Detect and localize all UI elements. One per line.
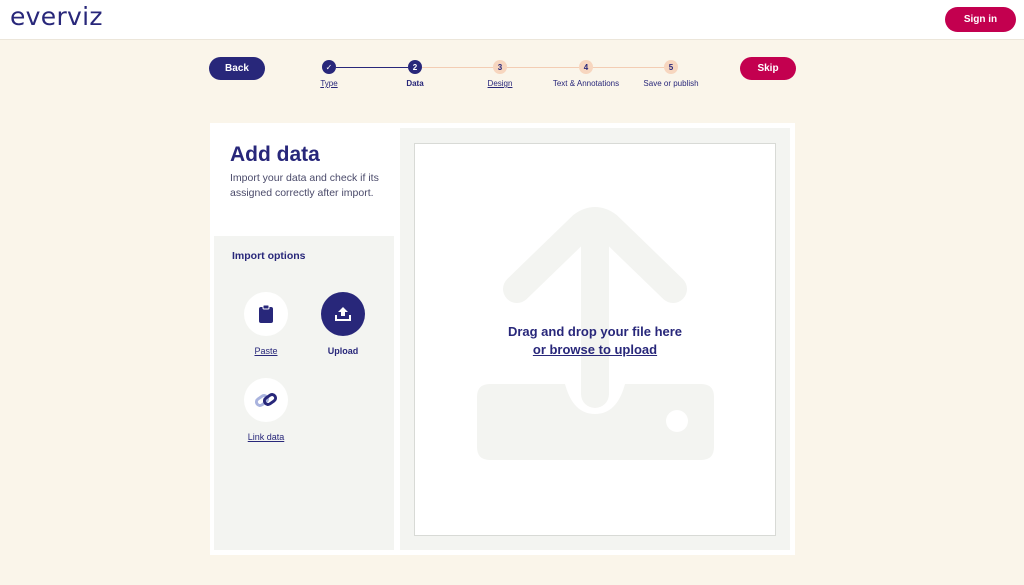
step-data-number: 2 — [408, 60, 422, 74]
link-data-option-label: Link data — [247, 432, 285, 442]
step-text-annotations-number: 4 — [579, 60, 593, 74]
step-save-publish-label: Save or publish — [643, 79, 699, 88]
upload-watermark-icon — [477, 207, 714, 460]
link-icon — [254, 393, 278, 407]
link-data-option[interactable]: Link data — [226, 378, 306, 442]
link-data-option-circle[interactable] — [244, 378, 288, 422]
upload-option-label: Upload — [327, 346, 359, 356]
drop-instruction: Drag and drop your file here — [507, 324, 683, 339]
browse-upload-link[interactable]: or browse to upload — [415, 342, 775, 357]
step-save-publish[interactable]: 5 Save or publish — [611, 60, 731, 88]
upload-icon — [335, 307, 351, 321]
step-type-check-icon: ✓ — [322, 60, 336, 74]
file-drop-zone[interactable]: Drag and drop your file here or browse t… — [414, 143, 776, 536]
skip-button[interactable]: Skip — [740, 57, 796, 80]
everviz-logo[interactable]: everviz — [10, 2, 103, 31]
sign-in-button[interactable]: Sign in — [945, 7, 1016, 32]
paste-option-circle[interactable] — [244, 292, 288, 336]
top-bar: everviz Sign in — [0, 0, 1024, 40]
upload-option-circle[interactable] — [321, 292, 365, 336]
back-button[interactable]: Back — [209, 57, 265, 80]
page-description: Import your data and check if its assign… — [230, 172, 379, 199]
paste-option-label: Paste — [254, 346, 278, 356]
page-title: Add data — [230, 143, 320, 166]
import-options-title: Import options — [232, 250, 306, 262]
step-save-publish-number: 5 — [664, 60, 678, 74]
paste-option[interactable]: Paste — [226, 292, 306, 356]
upload-option[interactable]: Upload — [303, 292, 383, 356]
step-design-number: 3 — [493, 60, 507, 74]
clipboard-icon — [259, 305, 273, 323]
